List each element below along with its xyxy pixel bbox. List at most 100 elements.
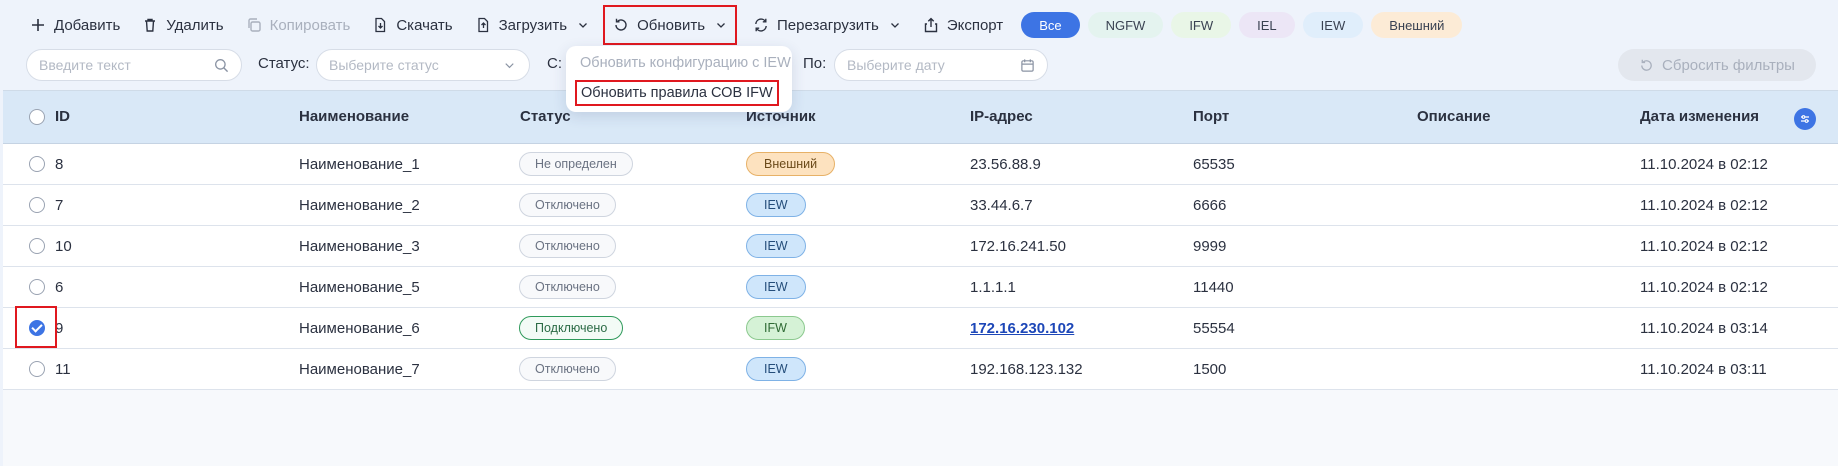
search-icon (215, 59, 229, 73)
chevron-down-icon (717, 23, 725, 28)
row-port: 55554 (1193, 320, 1235, 337)
row-name: Наименование_2 (299, 197, 420, 214)
delete-button-label: Удалить (166, 16, 224, 34)
sync-icon (755, 18, 767, 32)
row-port: 11440 (1193, 279, 1234, 296)
date-to-input[interactable]: Выберите дату (834, 49, 1048, 81)
row-checkbox[interactable] (29, 361, 45, 377)
menu-item-update-ids-rules-ifw[interactable]: Обновить правила СОВ IFW (575, 80, 779, 106)
row-id: 9 (55, 320, 64, 337)
download-button[interactable]: Скачать (364, 7, 460, 43)
filter-row: Введите текст Статус: Выберите статус С:… (0, 48, 1838, 82)
upload-button[interactable]: Загрузить (467, 7, 598, 43)
row-date: 11.10.2024 в 02:12 (1640, 156, 1768, 173)
row-status-badge: Отключено (519, 193, 616, 217)
row-port: 6666 (1193, 197, 1227, 214)
row-ip-address: 33.44.6.7 (970, 197, 1033, 214)
plus-icon (32, 19, 44, 31)
table-row[interactable]: 8 Наименование_1 Не определен Внешний 23.56.… (3, 144, 1838, 185)
source-chip-0[interactable]: Все (1021, 12, 1080, 38)
source-chip-3[interactable]: IEL (1239, 12, 1295, 38)
row-date: 11.10.2024 в 02:12 (1640, 279, 1768, 296)
column-settings-button[interactable] (1794, 108, 1816, 130)
row-id: 7 (55, 197, 64, 214)
row-ip-address: 192.168.123.132 (970, 361, 1083, 378)
row-name: Наименование_1 (299, 156, 420, 173)
table-row[interactable]: 11 Наименование_7 Отключено IEW 192.168.123.… (3, 349, 1838, 390)
column-header-status[interactable]: Статус (520, 108, 571, 125)
row-source-badge: IEW (746, 193, 806, 217)
download-button-label: Скачать (396, 16, 453, 34)
source-filter-chips: Все NGFW IFW IEL IEW Внешний (1021, 12, 1470, 38)
row-checkbox[interactable] (29, 279, 45, 295)
row-id: 6 (55, 279, 64, 296)
row-port: 65535 (1193, 156, 1235, 173)
row-ip-address[interactable]: 172.16.230.102 (970, 320, 1074, 337)
chevron-down-icon (890, 23, 899, 28)
delete-button[interactable]: Удалить (134, 7, 231, 43)
column-header-id[interactable]: ID (55, 108, 70, 125)
table-row[interactable]: 6 Наименование_5 Отключено IEW 1.1.1.1 11440 1… (3, 267, 1838, 308)
row-ip-address: 23.56.88.9 (970, 156, 1041, 173)
source-chip-1[interactable]: NGFW (1087, 12, 1164, 38)
row-id: 8 (55, 156, 64, 173)
column-header-port[interactable]: Порт (1193, 108, 1229, 125)
search-input[interactable]: Введите текст (26, 49, 242, 81)
source-chip-5[interactable]: Внешний (1371, 12, 1463, 38)
source-chip-2[interactable]: IFW (1171, 12, 1232, 38)
copy-icon (247, 18, 261, 32)
row-status-badge: Подключено (519, 316, 624, 340)
row-checkbox[interactable] (29, 238, 45, 254)
menu-item-update-config-iew[interactable]: Обновить конфигурацию с IEW (580, 55, 791, 71)
row-status-badge: Не определен (519, 152, 633, 176)
row-name: Наименование_6 (299, 320, 420, 337)
selected-row-checkbox-highlight (15, 306, 57, 348)
row-name: Наименование_5 (299, 279, 420, 296)
add-button-label: Добавить (54, 16, 121, 34)
row-port: 9999 (1193, 238, 1227, 255)
row-date: 11.10.2024 в 02:12 (1640, 238, 1768, 255)
update-button[interactable]: Обновить (603, 5, 738, 45)
row-checkbox[interactable] (29, 156, 45, 172)
row-checkbox[interactable] (29, 197, 45, 213)
chevron-down-icon (505, 63, 514, 69)
reload-button[interactable]: Перезагрузить (745, 7, 909, 43)
row-source-badge: IEW (746, 234, 806, 258)
toolbar: Добавить Удалить Копировать Скачать Загр… (0, 0, 1838, 50)
status-placeholder: Выберите статус (329, 57, 439, 73)
chevron-down-icon (579, 23, 588, 28)
reset-filters-button[interactable]: Сбросить фильтры (1618, 49, 1816, 81)
table-row[interactable]: 7 Наименование_2 Отключено IEW 33.44.6.7 6666… (3, 185, 1838, 226)
select-all-checkbox[interactable] (29, 109, 45, 125)
column-header-ip[interactable]: IP-адрес (970, 108, 1033, 125)
column-header-description[interactable]: Описание (1417, 108, 1490, 125)
download-file-icon (375, 17, 386, 33)
export-button[interactable]: Экспорт (915, 7, 1011, 43)
row-status-badge: Отключено (519, 275, 616, 299)
status-filter-label: Статус: (258, 55, 310, 72)
row-name: Наименование_3 (299, 238, 420, 255)
row-port: 1500 (1193, 361, 1227, 378)
upload-file-icon (477, 17, 488, 33)
row-source-badge: IFW (746, 316, 805, 340)
add-button[interactable]: Добавить (22, 7, 128, 43)
table-row[interactable]: 10 Наименование_3 Отключено IEW 172.16.241.5… (3, 226, 1838, 267)
reset-filters-label: Сбросить фильтры (1662, 56, 1795, 74)
refresh-icon (615, 18, 627, 31)
date-from-label: С: (547, 55, 562, 72)
row-id: 10 (55, 238, 72, 255)
row-date: 11.10.2024 в 03:11 (1640, 361, 1767, 378)
row-date: 11.10.2024 в 02:12 (1640, 197, 1768, 214)
table-header: ID Наименование Статус Источник IP-адрес… (3, 90, 1838, 144)
update-dropdown-menu: Обновить конфигурацию с IEW Обновить пра… (566, 46, 792, 112)
copy-button[interactable]: Копировать (238, 7, 359, 43)
row-date: 11.10.2024 в 03:14 (1640, 320, 1768, 337)
table-row[interactable]: 9 Наименование_6 Подключено IFW 172.16.230.1… (3, 308, 1838, 349)
column-header-date[interactable]: Дата изменения (1640, 108, 1759, 125)
column-header-name[interactable]: Наименование (299, 108, 409, 125)
row-source-badge: IEW (746, 275, 806, 299)
calendar-icon (1021, 59, 1034, 72)
search-placeholder: Введите текст (39, 57, 131, 73)
source-chip-4[interactable]: IEW (1302, 12, 1364, 38)
status-select[interactable]: Выберите статус (316, 49, 530, 81)
